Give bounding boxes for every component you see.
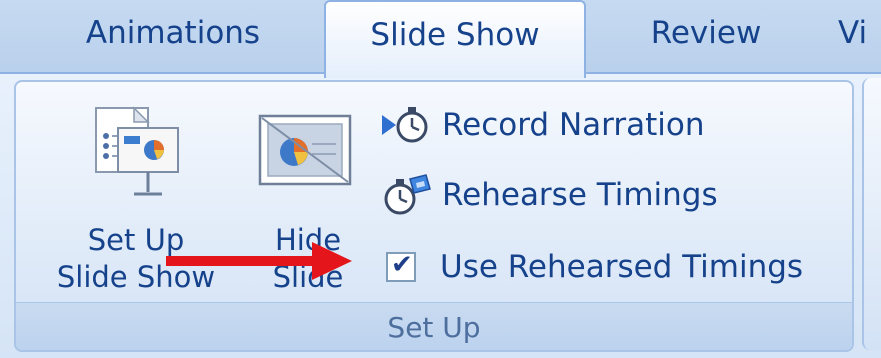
use-rehearsed-timings-label: Use Rehearsed Timings	[440, 249, 804, 285]
tab-animations[interactable]: Animations	[70, 0, 276, 68]
checkbox-box[interactable]: ✔	[386, 250, 416, 282]
tab-view-partial[interactable]: Vi	[838, 0, 881, 68]
ribbon-panel: Set Up Slide Show Hide Slide Record Narr…	[0, 72, 881, 358]
setup-group: Set Up Slide Show Hide Slide Record Narr…	[14, 80, 854, 352]
rehearse-timings-label: Rehearse Timings	[442, 177, 718, 213]
tab-review[interactable]: Review	[626, 0, 786, 68]
stopwatch-icon	[384, 174, 431, 215]
microphone-stopwatch-icon	[382, 107, 428, 143]
next-group-edge	[862, 78, 881, 350]
tab-slide-show[interactable]: Slide Show	[324, 0, 586, 78]
group-label-bar: Set Up	[16, 302, 852, 350]
ribbon-tab-strip: Animations Slide Show Review Vi	[0, 0, 881, 78]
rehearse-timings-button[interactable]: Rehearse Timings	[380, 170, 718, 220]
record-narration-label: Record Narration	[442, 107, 705, 143]
hidden-slide-icon	[258, 114, 352, 186]
checkmark-icon: ✔	[391, 250, 413, 280]
projector-screen-icon	[95, 106, 179, 196]
use-rehearsed-timings-checkbox[interactable]: ✔ Use Rehearsed Timings	[380, 242, 803, 292]
group-label: Set Up	[387, 311, 481, 344]
annotation-arrow	[166, 242, 352, 280]
record-narration-button[interactable]: Record Narration	[380, 100, 704, 150]
